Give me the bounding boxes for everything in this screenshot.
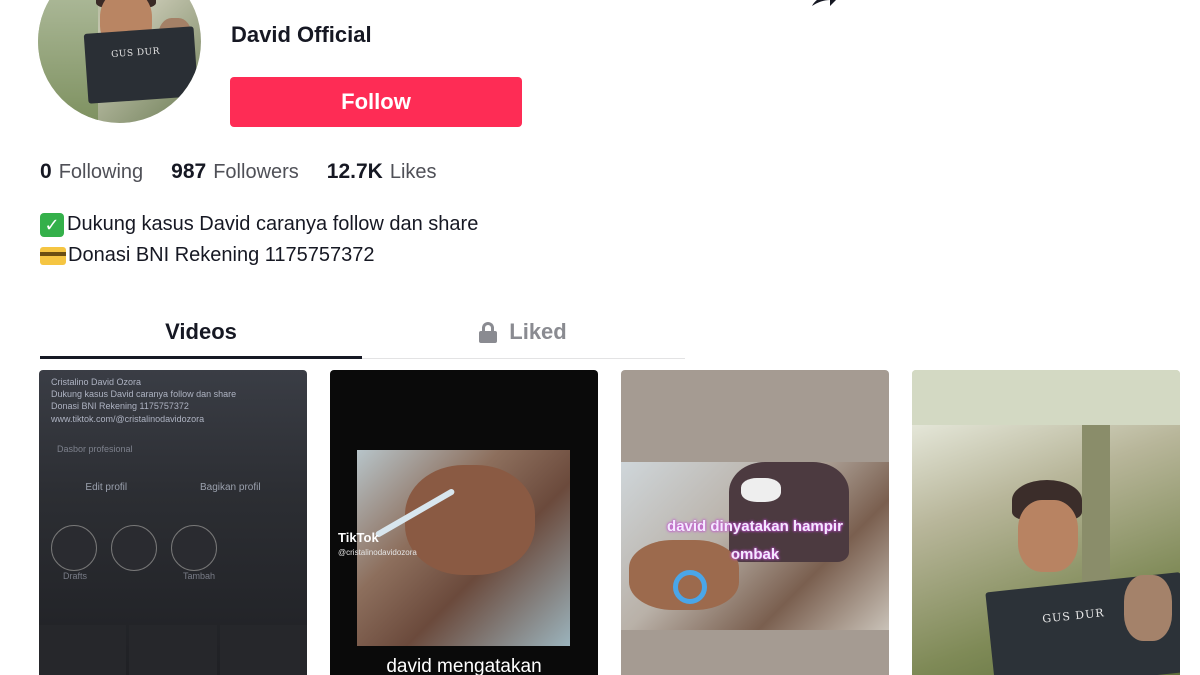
video-1-text-2: Dukung kasus David caranya follow dan sh…: [51, 389, 237, 399]
profile-stats: 0 Following 987 Followers 12.7K Likes: [40, 160, 465, 184]
video-3-caption-line-1: david dinyatakan hampir: [667, 518, 843, 535]
followers-count: 987: [171, 160, 207, 183]
likes-label: Likes: [389, 161, 437, 183]
follow-button[interactable]: Follow: [230, 77, 522, 127]
video-1-highlight-1: [51, 525, 97, 571]
share-icon[interactable]: [808, 0, 838, 8]
video-3-mask: [741, 478, 781, 502]
video-1-text-6: Tambah: [183, 571, 216, 581]
following-count: 0: [40, 160, 52, 183]
video-1-text-4: www.tiktok.com/@cristalinodavidozora: [51, 414, 205, 424]
tab-videos[interactable]: Videos: [40, 305, 362, 359]
video-thumbnail-3[interactable]: david dinyatakan hampir ombak: [621, 370, 889, 675]
following-label: Following: [58, 161, 144, 183]
video-3-headphones: [673, 570, 707, 604]
video-thumbnail-1[interactable]: Cristalino David Ozora Dukung kasus Davi…: [39, 370, 307, 675]
tiktok-watermark: TikTok: [338, 530, 379, 545]
likes-count: 12.7K: [326, 160, 383, 183]
video-4-top: [912, 370, 1180, 425]
bio-line-1: ✓ Dukung kasus David caranya follow dan …: [40, 209, 478, 240]
video-4-face: [1018, 500, 1078, 572]
video-thumbnail-2[interactable]: TikTok @cristalinodavidozora david menga…: [330, 370, 598, 675]
video-1-share-profile: Bagikan profil: [199, 482, 261, 493]
credit-card-icon: [40, 246, 66, 265]
video-grid: Cristalino David Ozora Dukung kasus Davi…: [39, 370, 1180, 675]
video-4-book-title: GUS DUR: [1041, 606, 1106, 626]
tab-videos-label: Videos: [165, 318, 237, 344]
video-3-caption-line-2: ombak: [730, 546, 780, 563]
profile-avatar[interactable]: GUS DUR: [38, 0, 201, 123]
bio-text-1: Dukung kasus David caranya follow dan sh…: [67, 213, 479, 235]
video-3-bottom: [621, 630, 889, 675]
video-1-button-row: Edit profil Bagikan profil: [49, 482, 297, 493]
video-2-caption: david mengatakan: [386, 656, 542, 675]
lock-icon: [479, 321, 498, 343]
video-thumbnail-4[interactable]: GUS DUR: [912, 370, 1180, 675]
check-mark-icon: ✓: [40, 212, 64, 237]
profile-username: David Official: [231, 22, 372, 47]
profile-bio: ✓ Dukung kasus David caranya follow dan …: [40, 209, 478, 271]
stat-following[interactable]: 0 Following: [40, 160, 143, 184]
video-1-highlight-2: [111, 525, 157, 571]
video-2-handle: @cristalinodavidozora: [338, 548, 417, 557]
profile-tabs: Videos Liked: [40, 305, 685, 359]
video-4-book-cover-face: [1124, 575, 1172, 641]
bio-text-2: Donasi BNI Rekening 1175757372: [68, 244, 375, 266]
video-1-edit-profile: Edit profil: [85, 482, 128, 493]
video-1-text-7: Drafts: [63, 571, 88, 581]
video-1-text-1: Cristalino David Ozora: [51, 377, 142, 387]
video-1-highlight-add: [171, 525, 217, 571]
tab-liked[interactable]: Liked: [362, 305, 684, 358]
video-2-face: [405, 465, 535, 575]
video-1-text-3: Donasi BNI Rekening 1175757372: [51, 401, 189, 411]
avatar-book-title: GUS DUR: [110, 46, 161, 61]
tab-liked-label: Liked: [509, 318, 567, 344]
stat-likes: 12.7K Likes: [327, 160, 437, 184]
avatar-book: GUS DUR: [83, 26, 199, 104]
followers-label: Followers: [213, 161, 299, 183]
stat-followers[interactable]: 987 Followers: [171, 160, 299, 184]
video-1-text-5: Dasbor profesional: [57, 444, 133, 454]
bio-line-2: Donasi BNI Rekening 1175757372: [40, 240, 478, 271]
video-1-grid-cells: [39, 625, 307, 675]
